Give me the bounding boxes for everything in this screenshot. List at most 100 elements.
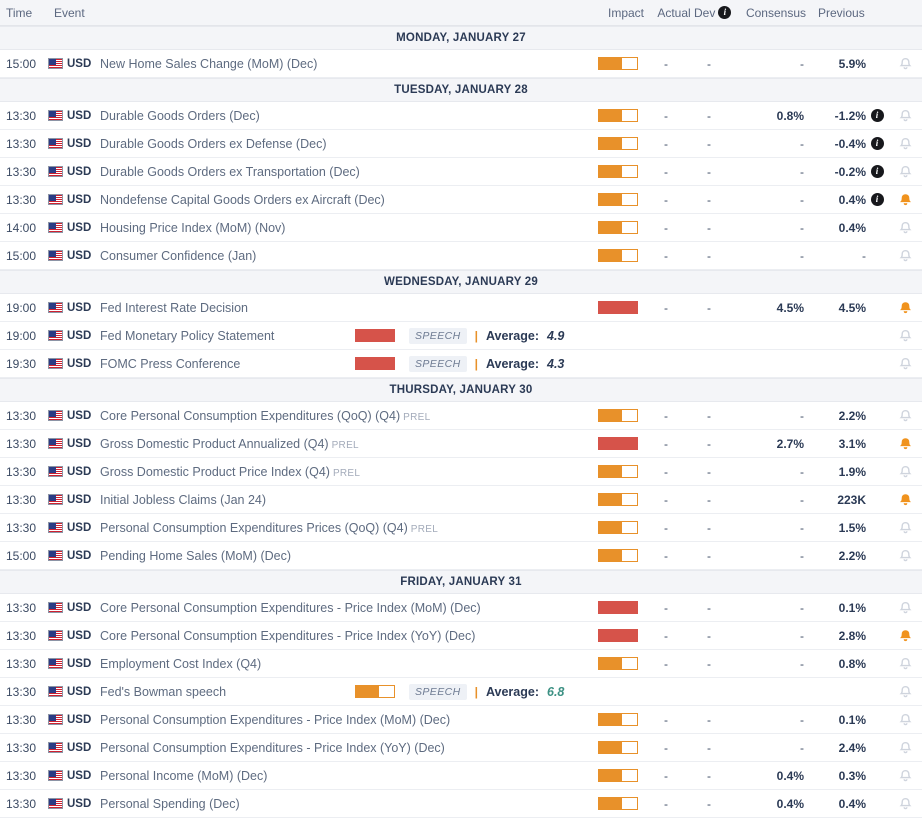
event-name[interactable]: Core Personal Consumption Expenditures -… [92, 629, 590, 643]
alert-bell-icon[interactable] [888, 768, 922, 783]
event-name[interactable]: Housing Price Index (MoM) (Nov) [92, 221, 590, 235]
alert-bell-icon[interactable] [888, 712, 922, 727]
prel-badge: PREL [403, 411, 431, 423]
table-row[interactable]: 13:30 USD Core Personal Consumption Expend… [0, 622, 922, 650]
actual-value: - [664, 740, 668, 755]
alert-bell-icon[interactable] [888, 656, 922, 671]
table-row[interactable]: 13:30 USD Durable Goods Orders ex Transpor… [0, 158, 922, 186]
currency-cell: USD [48, 602, 92, 614]
table-row[interactable]: 19:30 USD FOMC Press Conference SPEECH | Aver… [0, 350, 922, 378]
table-row[interactable]: 15:00 USD Pending Home Sales (MoM) (Dec) - -… [0, 542, 922, 570]
previous-value: 5.9% [838, 56, 866, 71]
table-row[interactable]: 13:30 USD Personal Consumption Expenditure… [0, 514, 922, 542]
event-name[interactable]: Durable Goods Orders (Dec) [92, 109, 590, 123]
alert-bell-icon[interactable] [888, 108, 922, 123]
event-name[interactable]: Core Personal Consumption Expenditures -… [92, 601, 590, 615]
table-row[interactable]: 14:00 USD Housing Price Index (MoM) (Nov) -… [0, 214, 922, 242]
table-row[interactable]: 13:30 USD Employment Cost Index (Q4) - - - 0.8… [0, 650, 922, 678]
event-name[interactable]: Consumer Confidence (Jan) [92, 249, 590, 263]
deviation-value: - [707, 628, 711, 643]
average-value: 6.8 [547, 684, 565, 699]
table-row[interactable]: 13:30 USD Core Personal Consumption Expend… [0, 402, 922, 430]
alert-bell-icon-active[interactable] [888, 436, 922, 451]
alert-bell-icon-active[interactable] [888, 300, 922, 315]
event-name[interactable]: Pending Home Sales (MoM) (Dec) [92, 549, 590, 563]
alert-bell-icon[interactable] [888, 164, 922, 179]
column-header-impact[interactable]: Impact [598, 6, 654, 20]
event-name[interactable]: Personal Spending (Dec) [92, 797, 590, 811]
event-name[interactable]: Durable Goods Orders ex Defense (Dec) [92, 137, 590, 151]
alert-bell-icon[interactable] [888, 548, 922, 563]
alert-bell-icon[interactable] [888, 248, 922, 263]
info-icon[interactable]: i [870, 193, 884, 206]
table-row[interactable]: 15:00 USD New Home Sales Change (MoM) (Dec… [0, 50, 922, 78]
impact-bar-medium [598, 57, 638, 70]
table-row[interactable]: 13:30 USD Durable Goods Orders ex Defense … [0, 130, 922, 158]
day-header-label: FRIDAY, JANUARY 31 [400, 576, 522, 588]
alert-bell-icon[interactable] [888, 56, 922, 71]
event-name[interactable]: Employment Cost Index (Q4) [92, 657, 590, 671]
consensus-value: - [800, 492, 804, 507]
alert-bell-icon[interactable] [888, 464, 922, 479]
table-row[interactable]: 13:30 USD Durable Goods Orders (Dec) - - 0.8%… [0, 102, 922, 130]
us-flag-icon [48, 686, 63, 697]
alert-bell-icon[interactable] [888, 136, 922, 151]
event-name[interactable]: Gross Domestic Product Annualized (Q4) PR… [92, 437, 590, 451]
event-time: 13:30 [6, 108, 37, 123]
alert-bell-icon[interactable] [888, 220, 922, 235]
table-row[interactable]: 19:00 USD Fed Interest Rate Decision - - 4.5%… [0, 294, 922, 322]
alert-bell-icon[interactable] [888, 740, 922, 755]
column-header-time[interactable]: Time [0, 6, 48, 20]
table-row[interactable]: 13:30 USD Personal Income (MoM) (Dec) - - 0.4… [0, 762, 922, 790]
column-header-consensus[interactable]: Consensus [740, 6, 812, 20]
event-name[interactable]: Personal Consumption Expenditures - Pric… [92, 741, 590, 755]
event-name[interactable]: Initial Jobless Claims (Jan 24) [92, 493, 590, 507]
currency-code: USD [67, 601, 92, 614]
column-header-previous[interactable]: Previous [812, 6, 888, 20]
table-row[interactable]: 13:30 USD Core Personal Consumption Expend… [0, 594, 922, 622]
info-icon[interactable]: i [718, 6, 732, 19]
event-name[interactable]: Personal Consumption Expenditures Prices… [92, 521, 590, 535]
info-icon[interactable]: i [870, 165, 884, 178]
event-name[interactable]: Core Personal Consumption Expenditures (… [92, 409, 590, 423]
event-name[interactable]: Personal Income (MoM) (Dec) [92, 769, 590, 783]
table-row[interactable]: 13:30 USD Gross Domestic Product Annualize… [0, 430, 922, 458]
event-name[interactable]: Personal Consumption Expenditures - Pric… [92, 713, 590, 727]
event-name-label: Durable Goods Orders ex Defense (Dec) [100, 136, 327, 151]
alert-bell-icon[interactable] [888, 520, 922, 535]
table-row[interactable]: 13:30 USD Fed's Bowman speech SPEECH | Averag… [0, 678, 922, 706]
event-name[interactable]: Fed Monetary Policy Statement [92, 329, 347, 343]
table-row[interactable]: 13:30 USD Initial Jobless Claims (Jan 24) -… [0, 486, 922, 514]
event-name[interactable]: FOMC Press Conference [92, 357, 347, 371]
event-name[interactable]: Fed's Bowman speech [92, 685, 347, 699]
event-name[interactable]: Nondefense Capital Goods Orders ex Aircr… [92, 193, 590, 207]
table-row[interactable]: 19:00 USD Fed Monetary Policy Statement SPE… [0, 322, 922, 350]
table-row[interactable]: 13:30 USD Nondefense Capital Goods Orders … [0, 186, 922, 214]
alert-bell-icon[interactable] [888, 684, 922, 699]
alert-bell-icon[interactable] [888, 796, 922, 811]
alert-bell-icon[interactable] [888, 408, 922, 423]
us-flag-icon [48, 494, 63, 505]
currency-cell: USD [48, 138, 92, 150]
alert-bell-icon-active[interactable] [888, 628, 922, 643]
alert-bell-icon[interactable] [888, 328, 922, 343]
table-row[interactable]: 15:00 USD Consumer Confidence (Jan) - - - - [0, 242, 922, 270]
event-name[interactable]: Fed Interest Rate Decision [92, 301, 590, 315]
table-row[interactable]: 13:30 USD Gross Domestic Product Price Ind… [0, 458, 922, 486]
table-row[interactable]: 13:30 USD Personal Consumption Expenditure… [0, 706, 922, 734]
info-icon[interactable]: i [870, 109, 884, 122]
event-name[interactable]: Durable Goods Orders ex Transportation (… [92, 165, 590, 179]
table-row[interactable]: 13:30 USD Personal Spending (Dec) - - 0.4% 0.4… [0, 790, 922, 818]
alert-bell-icon[interactable] [888, 356, 922, 371]
event-name[interactable]: Gross Domestic Product Price Index (Q4) P… [92, 465, 590, 479]
event-name[interactable]: New Home Sales Change (MoM) (Dec) [92, 57, 590, 71]
column-header-dev[interactable]: Dev i [694, 6, 740, 20]
alert-bell-icon-active[interactable] [888, 492, 922, 507]
consensus-value: - [800, 56, 804, 71]
alert-bell-icon-active[interactable] [888, 192, 922, 207]
info-icon[interactable]: i [870, 137, 884, 150]
table-row[interactable]: 13:30 USD Personal Consumption Expenditure… [0, 734, 922, 762]
column-header-actual[interactable]: Actual [654, 6, 694, 20]
alert-bell-icon[interactable] [888, 600, 922, 615]
column-header-event[interactable]: Event [48, 6, 598, 20]
